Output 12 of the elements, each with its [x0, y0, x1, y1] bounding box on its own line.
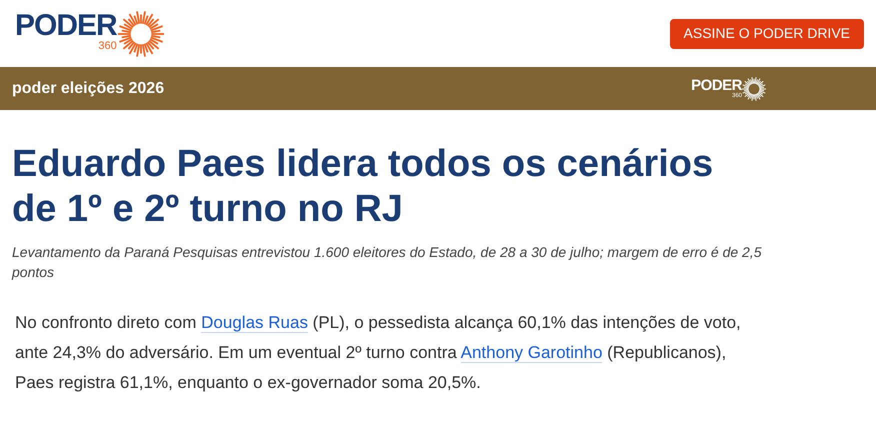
section-title: poder eleições 2026	[12, 78, 164, 98]
sunburst-logo-icon	[118, 10, 164, 56]
subscribe-button[interactable]: ASSINE O PODER DRIVE	[670, 18, 864, 48]
logo-wordmark: PODER	[15, 10, 117, 40]
subtitle: Levantamento da Paraná Pesquisas entrevistou 1.600 eleitores do Estado, de 28 a 30 de julho; margem de erro é de 2,5 pontos	[12, 243, 762, 282]
person-link[interactable]: Anthony Garotinho	[460, 343, 602, 363]
logo-wordmark: PODER	[691, 78, 742, 93]
sunburst-logo-icon	[742, 76, 766, 100]
headline: Eduardo Paes lidera todos os cenários de 1º e 2º turno no RJ	[12, 142, 714, 232]
logo-number: 360	[98, 40, 117, 52]
article-paragraph: No confronto direto com Douglas Ruas (PL), o pessedista alcança 60,1% das intenções de voto, ante 24,3% do adversário. Em um eventual 2º turno contra Anthony Garotinho (Republicanos), Paes registra 61,1%, enquanto o ex-governador soma 20,5%.	[15, 312, 742, 394]
person-link[interactable]: Douglas Ruas	[201, 313, 308, 333]
